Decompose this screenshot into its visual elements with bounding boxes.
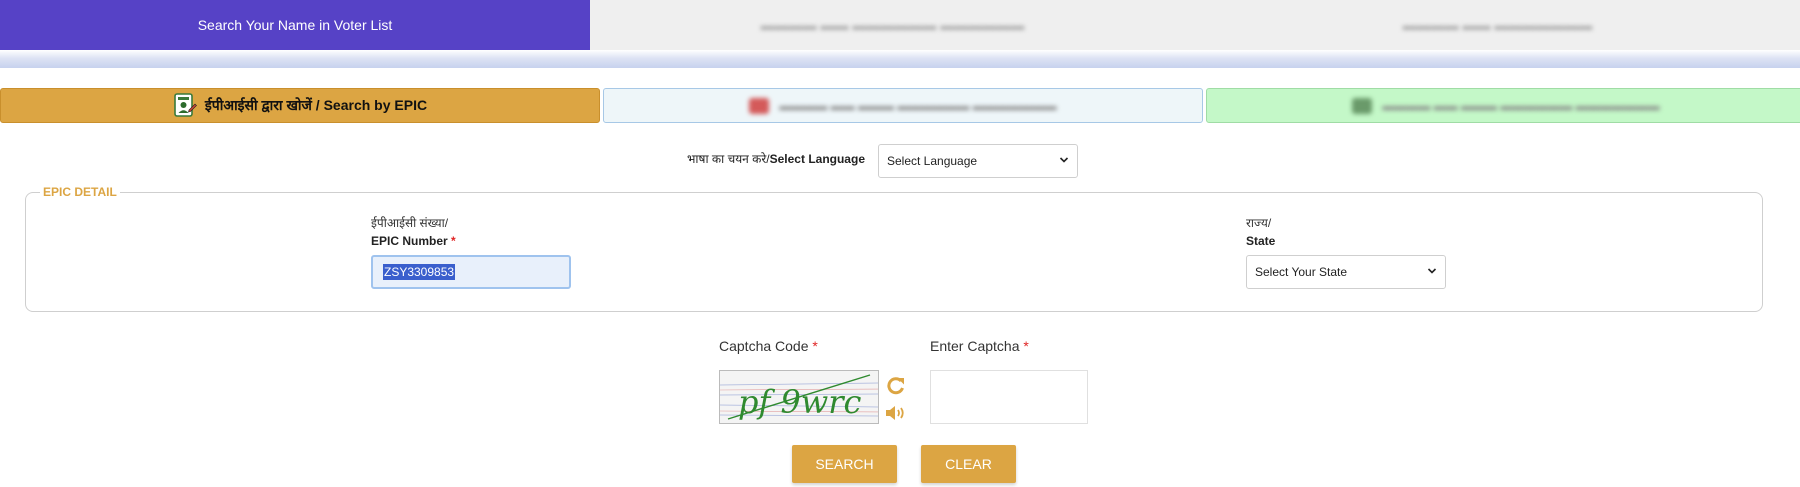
tab-blurred-2[interactable]: ▬▬▬▬ ▬▬ ▬▬▬▬▬▬ ▬▬▬▬▬▬ xyxy=(590,0,1195,50)
epic-detail-section xyxy=(25,192,1763,312)
blurred-tab-content: ▬▬▬▬ ▬▬ ▬▬▬ ▬▬▬▬▬▬ ▬▬▬▬▬▬▬ xyxy=(749,97,1057,114)
required-marker: * xyxy=(1023,338,1029,354)
tab-search-name-in-voter-list[interactable]: Search Your Name in Voter List xyxy=(0,0,590,50)
audio-icon[interactable] xyxy=(884,403,908,423)
clear-button[interactable]: CLEAR xyxy=(921,445,1016,483)
chevron-down-icon xyxy=(1427,268,1437,274)
epic-number-value: ZSY3309853 xyxy=(383,264,456,280)
language-row: भाषा का चयन करे/Select Language Select L… xyxy=(0,144,1800,178)
epic-number-label-text: EPIC Number xyxy=(371,234,448,248)
tab-label: ईपीआईसी द्वारा खोजें / Search by EPIC xyxy=(204,97,428,113)
enter-captcha-label-text: Enter Captcha xyxy=(930,338,1020,354)
captcha-tools xyxy=(884,376,908,420)
tab-search-by-epic[interactable]: ईपीआईसी द्वारा खोजें / Search by EPIC xyxy=(0,88,600,123)
required-marker: * xyxy=(451,234,456,248)
blurred-tab-placeholder: ▬▬▬▬ ▬▬ ▬▬▬ ▬▬▬▬▬▬ ▬▬▬▬▬▬▬ xyxy=(779,98,1057,113)
tab-blurred-search-option[interactable]: ▬▬▬▬ ▬▬ ▬▬▬ ▬▬▬▬▬▬ ▬▬▬▬▬▬▬ xyxy=(1206,88,1800,123)
epic-number-label: EPIC Number * xyxy=(371,234,456,248)
blurred-tab-placeholder: ▬▬▬▬ ▬▬ ▬▬▬ ▬▬▬▬▬▬ ▬▬▬▬▬▬▬ xyxy=(1382,98,1660,113)
state-select-value: Select Your State xyxy=(1255,265,1348,279)
language-label-hi: भाषा का चयन करे/ xyxy=(687,152,770,166)
enter-captcha-label: Enter Captcha * xyxy=(930,338,1029,354)
epic-number-label-hi: ईपीआईसी संख्या/ xyxy=(371,216,449,230)
blurred-icon xyxy=(749,97,770,114)
blurred-tab-placeholder: ▬▬▬▬ ▬▬ ▬▬▬▬▬▬▬ xyxy=(1402,17,1593,33)
search-method-tabs: ईपीआईसी द्वारा खोजें / Search by EPIC ▬▬… xyxy=(0,88,1800,123)
language-label: भाषा का चयन करे/Select Language xyxy=(687,150,865,167)
captcha-input[interactable] xyxy=(930,370,1088,424)
language-label-en: Select Language xyxy=(769,152,865,166)
chevron-down-icon xyxy=(1059,157,1069,163)
tab-blurred-3[interactable]: ▬▬▬▬ ▬▬ ▬▬▬▬▬▬▬ xyxy=(1195,0,1800,50)
epic-detail-legend: EPIC DETAIL xyxy=(40,185,120,199)
epic-number-input[interactable]: ZSY3309853 xyxy=(371,255,571,289)
state-label: State xyxy=(1246,234,1276,248)
blurred-icon xyxy=(1352,97,1373,114)
blurred-tab-content: ▬▬▬▬ ▬▬ ▬▬▬ ▬▬▬▬▬▬ ▬▬▬▬▬▬▬ xyxy=(1352,97,1660,114)
captcha-image: pf 9wrc xyxy=(719,370,879,424)
tab-blurred-search-option[interactable]: ▬▬▬▬ ▬▬ ▬▬▬ ▬▬▬▬▬▬ ▬▬▬▬▬▬▬ xyxy=(603,88,1203,123)
captcha-graphic: pf 9wrc xyxy=(720,374,878,421)
header-shade-band xyxy=(0,50,1800,68)
search-button[interactable]: SEARCH xyxy=(792,445,897,483)
language-select-value: Select Language xyxy=(887,154,978,168)
captcha-code-label: Captcha Code * xyxy=(719,338,818,354)
required-marker: * xyxy=(812,338,818,354)
tab-label: Search Your Name in Voter List xyxy=(197,17,393,33)
language-select[interactable]: Select Language xyxy=(878,144,1078,178)
captcha-code-label-text: Captcha Code xyxy=(719,338,809,354)
captcha-text: pf 9wrc xyxy=(738,383,862,421)
refresh-icon[interactable] xyxy=(884,376,908,396)
voter-card-icon xyxy=(174,92,197,117)
blurred-tab-placeholder: ▬▬▬▬ ▬▬ ▬▬▬▬▬▬ ▬▬▬▬▬▬ xyxy=(760,17,1025,33)
state-select[interactable]: Select Your State xyxy=(1246,255,1446,289)
state-label-hi: राज्य/ xyxy=(1246,216,1272,230)
top-tab-bar: Search Your Name in Voter List ▬▬▬▬ ▬▬ ▬… xyxy=(0,0,1800,50)
